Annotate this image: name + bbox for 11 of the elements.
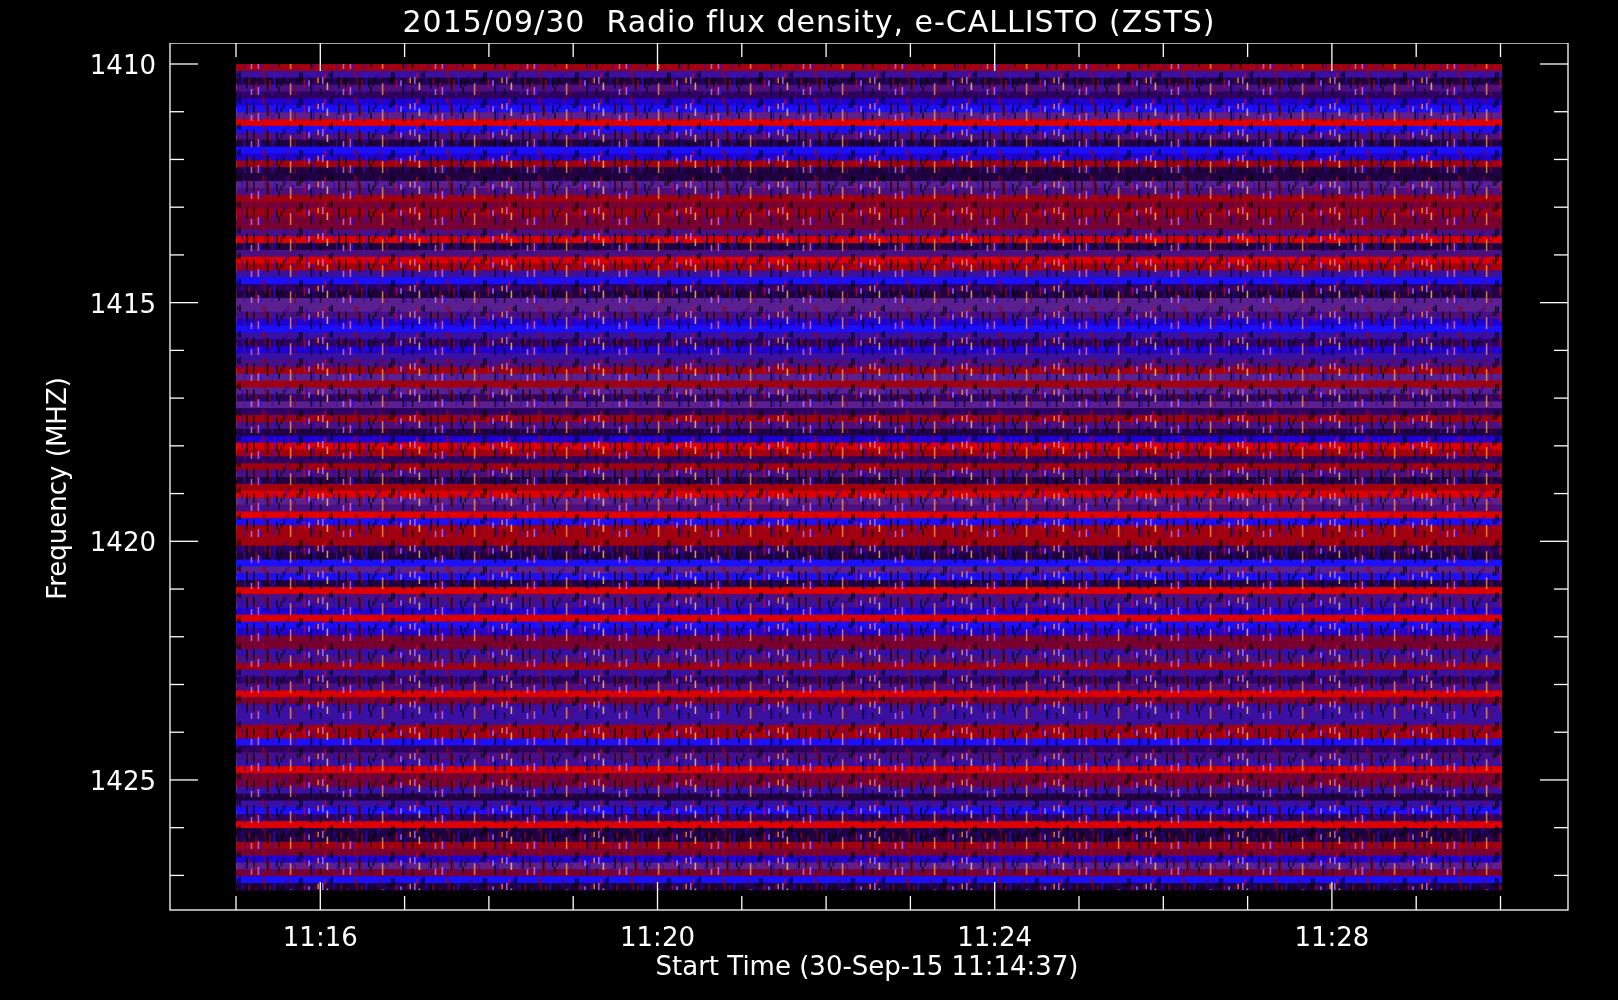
tick-label: 11:24 — [957, 922, 1033, 952]
tick-label: 11:16 — [282, 922, 358, 952]
tick-label: 11:28 — [1294, 922, 1370, 952]
tick-label: 1420 — [89, 527, 156, 558]
tick-label: 1410 — [89, 50, 156, 80]
y-axis-title: Frequency (MHZ) — [42, 377, 72, 600]
plot-title: 2015/09/30 Radio flux density, e-CALLISTO (ZSTS) — [402, 4, 1216, 39]
x-axis-title: Start Time (30-Sep-15 11:14:37) — [655, 951, 1079, 981]
tick-label: 1415 — [89, 288, 156, 319]
tick-label: 11:20 — [620, 922, 695, 952]
tick-label: 1425 — [89, 765, 156, 796]
